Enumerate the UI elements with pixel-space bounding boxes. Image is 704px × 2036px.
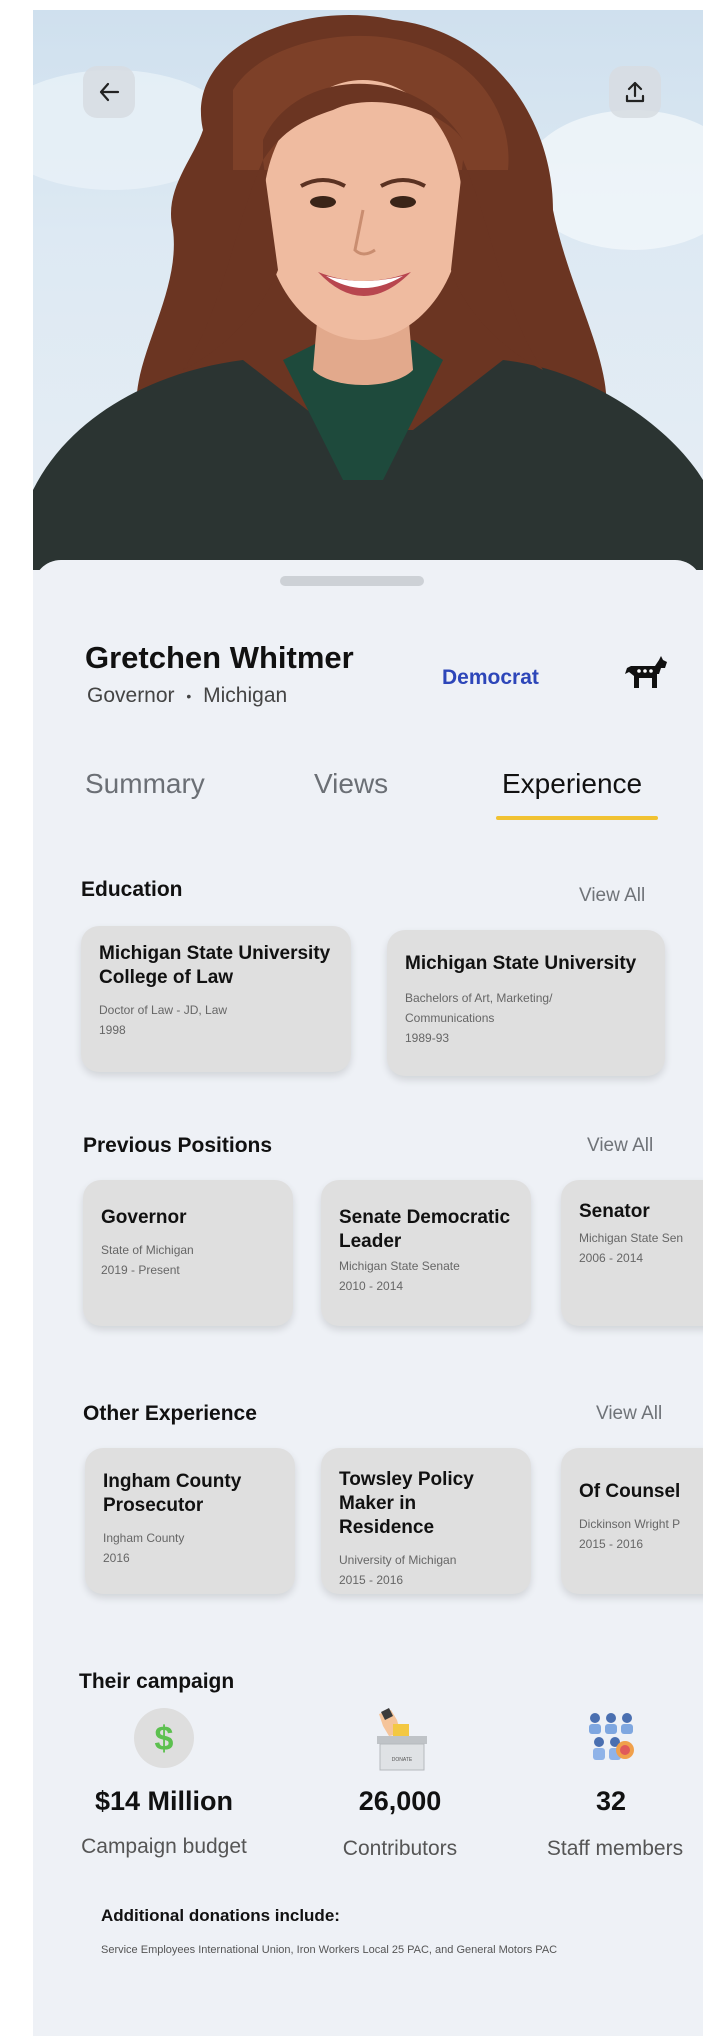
ballot-box-label: DONATE xyxy=(392,1757,413,1763)
profile-sheet: Gretchen Whitmer Governor • Michigan Dem… xyxy=(33,560,703,2036)
positions-title: Previous Positions xyxy=(83,1134,273,1157)
card-title: Towsley Policy Maker in Residence xyxy=(339,1469,474,1538)
card-title: Ingham County Prosecutor xyxy=(103,1471,242,1516)
svg-text:$: $ xyxy=(155,1720,174,1758)
campaign-title: Their campaign xyxy=(79,1670,235,1693)
donkey-icon xyxy=(625,656,667,688)
card-years: 2019 - Present xyxy=(101,1263,180,1277)
experience-card[interactable]: Of Counsel Dickinson Wright P 2015 - 201… xyxy=(561,1448,703,1594)
donations-text: Service Employees International Union, I… xyxy=(101,1944,558,1956)
party-label: Democrat xyxy=(442,666,539,689)
card-detail: Ingham County xyxy=(103,1531,185,1545)
profile-role: Governor xyxy=(87,684,175,707)
contributors-value: 26,000 xyxy=(358,1786,442,1816)
position-card[interactable]: Senator Michigan State Sen 2006 - 2014 xyxy=(561,1180,703,1326)
contributors-label: Contributors xyxy=(342,1837,458,1860)
card-years: 2006 - 2014 xyxy=(579,1251,644,1265)
share-button[interactable] xyxy=(609,66,661,118)
card-detail: Michigan State Sen xyxy=(579,1231,684,1245)
profile-name: Gretchen Whitmer xyxy=(85,640,354,675)
experience-card[interactable]: Ingham County Prosecutor Ingham County 2… xyxy=(85,1448,295,1594)
other-experience-title: Other Experience xyxy=(83,1402,257,1425)
sheet-drag-handle[interactable] xyxy=(280,576,424,586)
campaign-budget-value: $14 Million xyxy=(94,1786,234,1816)
staff-members-value: 32 xyxy=(595,1786,627,1816)
card-title: Michigan State University College of Law xyxy=(99,943,331,988)
education-view-all[interactable]: View All xyxy=(579,885,645,907)
dollar-icon: $ xyxy=(134,1708,194,1768)
active-tab-indicator xyxy=(496,816,658,820)
position-card[interactable]: Governor State of Michigan 2019 - Presen… xyxy=(83,1180,293,1326)
tab-experience[interactable]: Experience xyxy=(502,768,642,800)
positions-view-all[interactable]: View All xyxy=(587,1135,653,1157)
profile-subtitle: Governor • Michigan xyxy=(87,684,287,708)
subtitle-separator: • xyxy=(186,688,192,705)
card-years: 1989-93 xyxy=(405,1031,450,1045)
donations-title: Additional donations include: xyxy=(101,1906,340,1925)
card-detail: Dickinson Wright P xyxy=(579,1517,681,1531)
card-years: 2010 - 2014 xyxy=(339,1279,404,1293)
staff-group-icon xyxy=(589,1713,634,1760)
profile-screen: Gretchen Whitmer Governor • Michigan Dem… xyxy=(33,10,703,2036)
position-card[interactable]: Senate Democratic Leader Michigan State … xyxy=(321,1180,531,1326)
card-title: Senator xyxy=(579,1201,650,1222)
card-detail: Doctor of Law - JD, Law xyxy=(99,1003,228,1017)
experience-card[interactable]: Towsley Policy Maker in Residence Univer… xyxy=(321,1448,531,1594)
share-upload-icon xyxy=(625,81,645,103)
card-years: 2015 - 2016 xyxy=(339,1573,404,1587)
staff-members-label: Staff members xyxy=(546,1837,684,1860)
card-years: 2015 - 2016 xyxy=(579,1537,644,1551)
card-detail: Communications xyxy=(405,1011,495,1025)
ballot-box-icon: DONATE xyxy=(377,1708,427,1771)
card-title: Michigan State University xyxy=(405,953,637,974)
card-detail: State of Michigan xyxy=(101,1243,194,1257)
tab-summary[interactable]: Summary xyxy=(85,768,205,800)
card-detail: Michigan State Senate xyxy=(339,1259,460,1273)
card-detail: Bachelors of Art, Marketing/ xyxy=(405,991,553,1005)
arrow-left-icon xyxy=(99,82,120,102)
profile-state: Michigan xyxy=(203,684,288,707)
profile-photo xyxy=(33,10,703,570)
card-detail: University of Michigan xyxy=(339,1553,457,1567)
other-view-all[interactable]: View All xyxy=(596,1403,662,1425)
education-card[interactable]: Michigan State University Bachelors of A… xyxy=(387,930,665,1076)
card-title: Governor xyxy=(101,1207,187,1228)
back-button[interactable] xyxy=(83,66,135,118)
card-years: 2016 xyxy=(103,1551,130,1565)
tab-views[interactable]: Views xyxy=(314,768,388,800)
education-title: Education xyxy=(81,878,183,901)
card-title: Senate Democratic Leader xyxy=(339,1207,511,1252)
card-title: Of Counsel xyxy=(579,1481,681,1502)
campaign-budget-label: Campaign budget xyxy=(81,1835,247,1858)
education-card[interactable]: Michigan State University College of Law… xyxy=(81,926,351,1072)
card-years: 1998 xyxy=(99,1023,126,1037)
